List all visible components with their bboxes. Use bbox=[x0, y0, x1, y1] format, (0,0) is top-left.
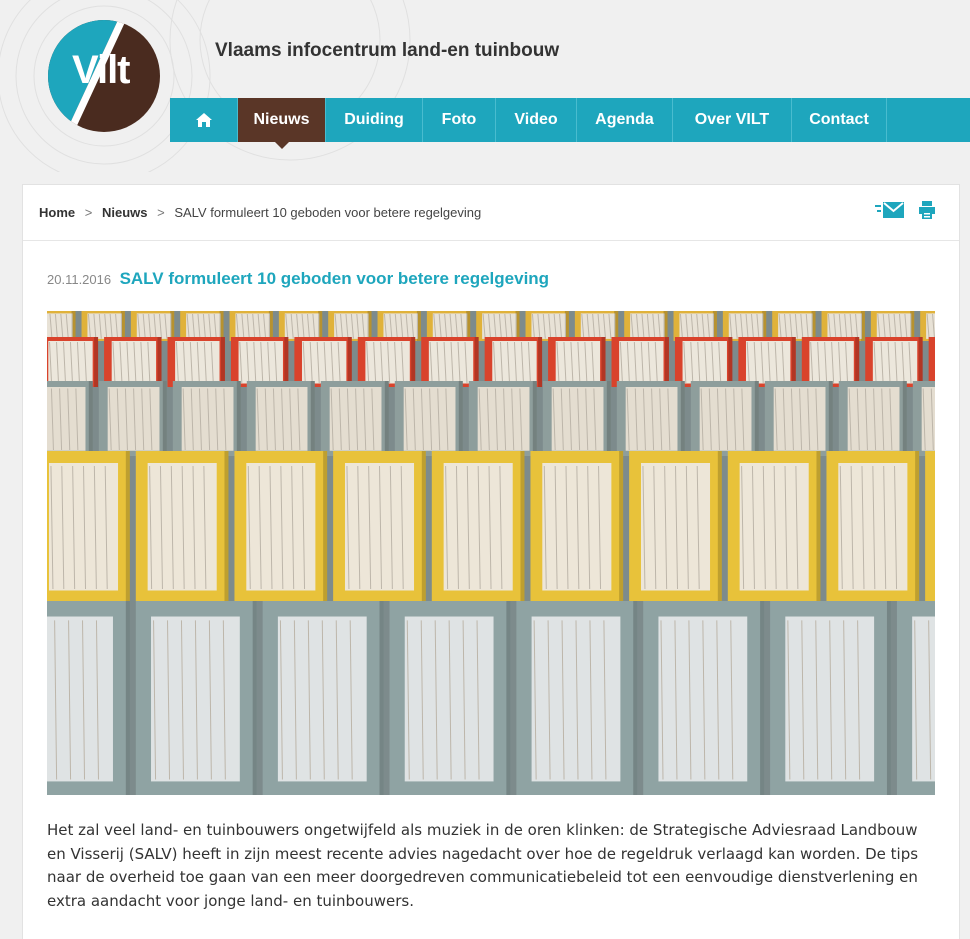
article-tools bbox=[875, 201, 935, 219]
print-icon[interactable] bbox=[919, 201, 935, 219]
nav-contact[interactable]: Contact bbox=[792, 98, 887, 142]
nav-duiding[interactable]: Duiding bbox=[326, 98, 423, 142]
nav-nieuws[interactable]: Nieuws bbox=[238, 98, 326, 149]
article-card: Home > Nieuws > SALV formuleert 10 gebod… bbox=[22, 184, 960, 939]
article-photo bbox=[47, 311, 935, 795]
breadcrumb-current: SALV formuleert 10 geboden voor betere r… bbox=[174, 205, 482, 220]
home-icon bbox=[195, 113, 212, 127]
site-title: Vlaams infocentrum land-en tuinbouw bbox=[215, 40, 560, 61]
nav-over-vilt[interactable]: Over VILT bbox=[673, 98, 792, 142]
breadcrumb-bar: Home > Nieuws > SALV formuleert 10 gebod… bbox=[23, 185, 959, 241]
binders-photo bbox=[47, 311, 935, 795]
breadcrumb-separator: > bbox=[157, 205, 165, 220]
article-title[interactable]: SALV formuleert 10 geboden voor betere r… bbox=[120, 269, 550, 288]
article-header: 20.11.2016 SALV formuleert 10 geboden vo… bbox=[47, 269, 549, 289]
article-date: 20.11.2016 bbox=[47, 272, 112, 287]
article-body: Het zal veel land- en tuinbouwers ongetw… bbox=[47, 821, 919, 910]
vilt-logo[interactable]: Vilt bbox=[48, 20, 160, 132]
breadcrumb-section[interactable]: Nieuws bbox=[102, 205, 148, 220]
mail-icon[interactable] bbox=[875, 201, 905, 219]
nav-foto[interactable]: Foto bbox=[423, 98, 496, 142]
main-nav: Nieuws Duiding Foto Video Agenda Over VI… bbox=[170, 98, 970, 149]
site-header: Vilt Vlaams infocentrum land-en tuinbouw… bbox=[0, 0, 970, 172]
breadcrumb-home[interactable]: Home bbox=[39, 205, 75, 220]
nav-video[interactable]: Video bbox=[496, 98, 577, 142]
breadcrumb: Home > Nieuws > SALV formuleert 10 gebod… bbox=[39, 205, 481, 220]
logo-text: Vilt bbox=[72, 48, 131, 92]
nav-agenda[interactable]: Agenda bbox=[577, 98, 673, 142]
nav-home[interactable] bbox=[170, 98, 238, 142]
breadcrumb-separator: > bbox=[84, 205, 93, 220]
